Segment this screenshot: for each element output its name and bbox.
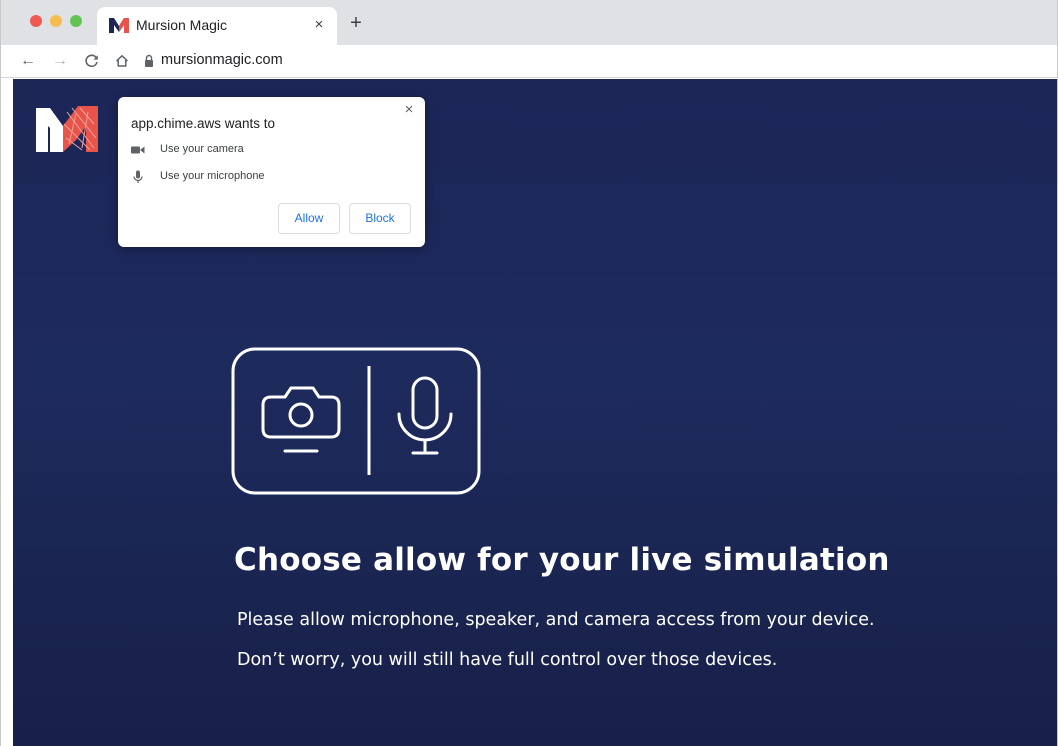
instruction-line-1: Please allow microphone, speaker, and ca… — [237, 610, 875, 630]
block-button[interactable]: Block — [349, 203, 411, 234]
permission-label-camera: Use your camera — [160, 143, 244, 155]
tab-strip: Mursion Magic × + — [1, 0, 1057, 45]
page-title: Choose allow for your live simulation — [234, 542, 890, 578]
permission-label-microphone: Use your microphone — [160, 170, 265, 182]
browser-window: Mursion Magic × + ← → mursionmagic.com C… — [0, 0, 1058, 746]
back-arrow-icon[interactable]: ← — [17, 50, 39, 72]
video-camera-icon — [131, 146, 145, 154]
minimize-window-button[interactable] — [50, 15, 62, 27]
instruction-line-2: Don’t worry, you will still have full co… — [237, 650, 778, 670]
maximize-window-button[interactable] — [70, 15, 82, 27]
new-tab-button[interactable]: + — [345, 12, 367, 34]
tab-close-icon[interactable]: × — [309, 15, 329, 35]
reload-icon[interactable] — [81, 50, 103, 72]
forward-arrow-icon[interactable]: → — [49, 50, 71, 72]
home-icon[interactable] — [111, 50, 133, 72]
close-icon[interactable]: × — [401, 102, 417, 118]
lock-icon[interactable] — [144, 54, 154, 68]
url-input[interactable]: mursionmagic.com — [161, 52, 283, 68]
tab-title: Mursion Magic — [136, 17, 228, 33]
mursion-logo — [36, 106, 98, 152]
camera-microphone-icon — [231, 347, 481, 495]
mursion-m-icon — [109, 18, 129, 33]
allow-button[interactable]: Allow — [278, 203, 340, 234]
tab-mursion-magic[interactable]: Mursion Magic × — [97, 7, 337, 45]
permission-popup: × app.chime.aws wants to Use your camera… — [118, 97, 425, 247]
microphone-icon — [133, 170, 143, 183]
close-window-button[interactable] — [30, 15, 42, 27]
camera-icon — [261, 386, 341, 453]
permission-title: app.chime.aws wants to — [131, 116, 276, 131]
address-toolbar: ← → mursionmagic.com — [1, 45, 1057, 78]
microphone-icon — [397, 376, 453, 455]
